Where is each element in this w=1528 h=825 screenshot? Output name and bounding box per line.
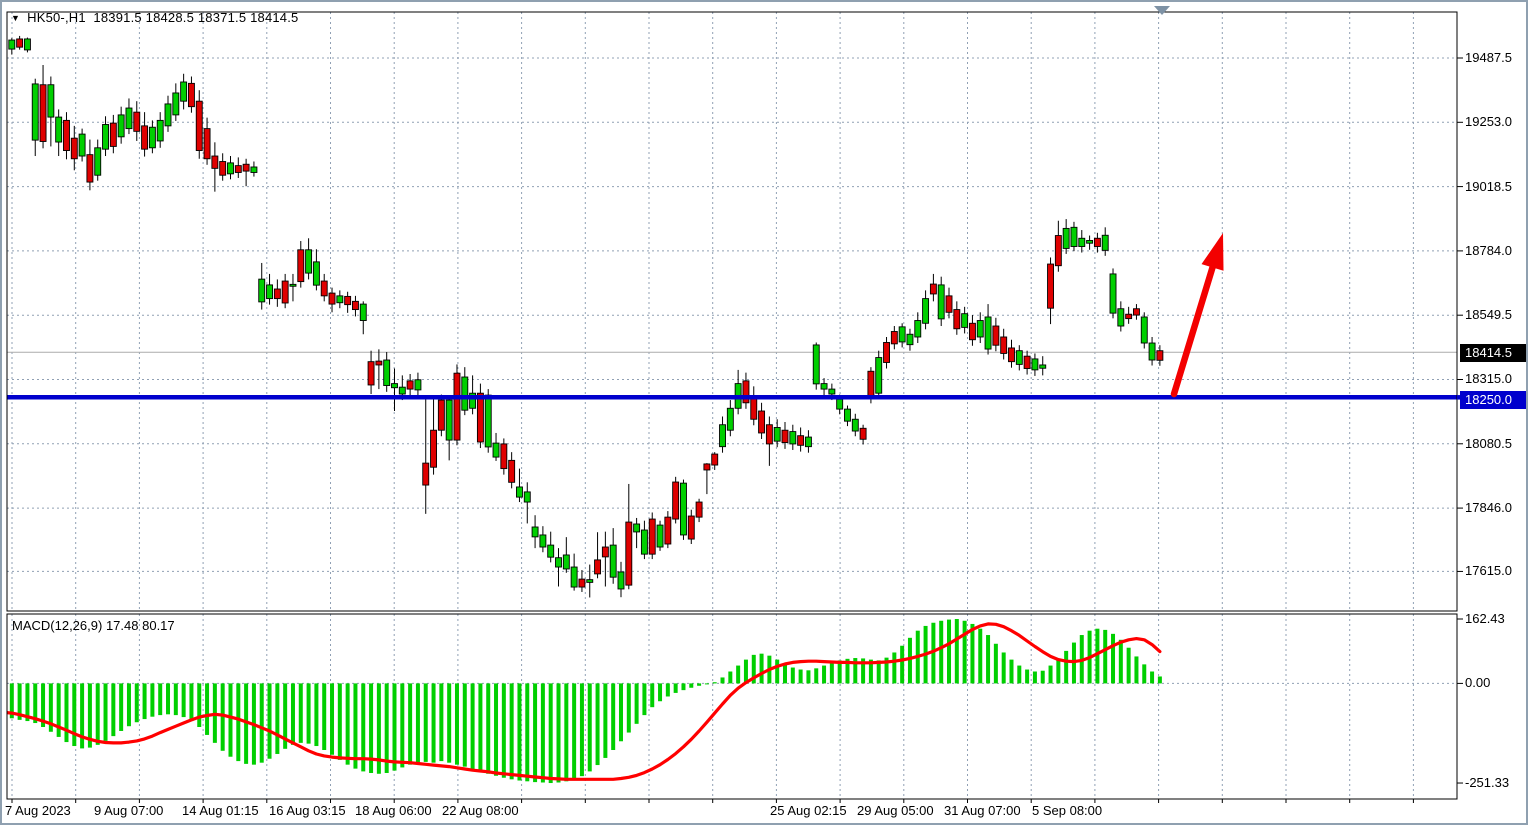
symbol-info-bar: ▼ HK50-,H1 18391.5 18428.5 18371.5 18414.… [11,10,298,25]
macd-signal-value: 80.17 [142,618,175,633]
macd-main-value: 17.48 [106,618,139,633]
time-axis-label: 14 Aug 01:15 [182,803,259,818]
price-axis-label: 19018.5 [1465,179,1512,194]
macd-indicator-label: MACD(12,26,9) 17.48 80.17 [12,618,175,633]
ohlc-high: 18428.5 [146,10,194,25]
price-axis-label: 18080.5 [1465,436,1512,451]
time-axis-label: 16 Aug 03:15 [269,803,346,818]
price-axis-label: 18784.0 [1465,243,1512,258]
price-axis-label: 18549.5 [1465,307,1512,322]
price-axis[interactable]: 19487.5 19253.0 19018.5 18784.0 18549.5 18315… [1458,2,1528,825]
chart-canvas[interactable] [2,2,1528,825]
time-axis-label: 9 Aug 07:00 [94,803,163,818]
mt4-chart-window: ▼ HK50-,H1 18391.5 18428.5 18371.5 18414.… [0,0,1528,825]
price-axis-label: 17846.0 [1465,500,1512,515]
time-axis-label: 5 Sep 08:00 [1032,803,1102,818]
support-price-label: 18250.0 [1460,391,1528,409]
candlesticks [2,34,1163,597]
time-axis-label: 7 Aug 2023 [5,803,71,818]
dropdown-triangle-icon[interactable]: ▼ [11,13,20,23]
macd-axis-label: -251.33 [1465,775,1509,790]
ohlc-low: 18371.5 [198,10,246,25]
main-panel-border [7,12,1457,611]
time-axis-label: 18 Aug 06:00 [355,803,432,818]
price-axis-label: 19253.0 [1465,114,1512,129]
trend-arrow-annotation[interactable] [1174,233,1224,394]
time-axis[interactable]: 7 Aug 2023 9 Aug 07:00 14 Aug 01:15 16 Aug … [2,801,1528,823]
current-price-label: 18414.5 [1460,344,1528,362]
time-axis-label: 22 Aug 08:00 [442,803,519,818]
time-axis-label: 29 Aug 05:00 [857,803,934,818]
macd-histogram [2,619,1162,783]
price-axis-label: 18315.0 [1465,371,1512,386]
macd-axis-label: 0.00 [1465,675,1490,690]
price-axis-label: 17615.0 [1465,563,1512,578]
time-axis-label: 25 Aug 02:15 [770,803,847,818]
chart-shift-marker-icon[interactable] [1154,6,1170,15]
ohlc-open: 18391.5 [93,10,141,25]
macd-axis-label: 162.43 [1465,611,1505,626]
symbol-timeframe: HK50-,H1 [27,10,86,25]
ohlc-close: 18414.5 [250,10,298,25]
price-axis-label: 19487.5 [1465,50,1512,65]
time-axis-label: 31 Aug 07:00 [944,803,1021,818]
